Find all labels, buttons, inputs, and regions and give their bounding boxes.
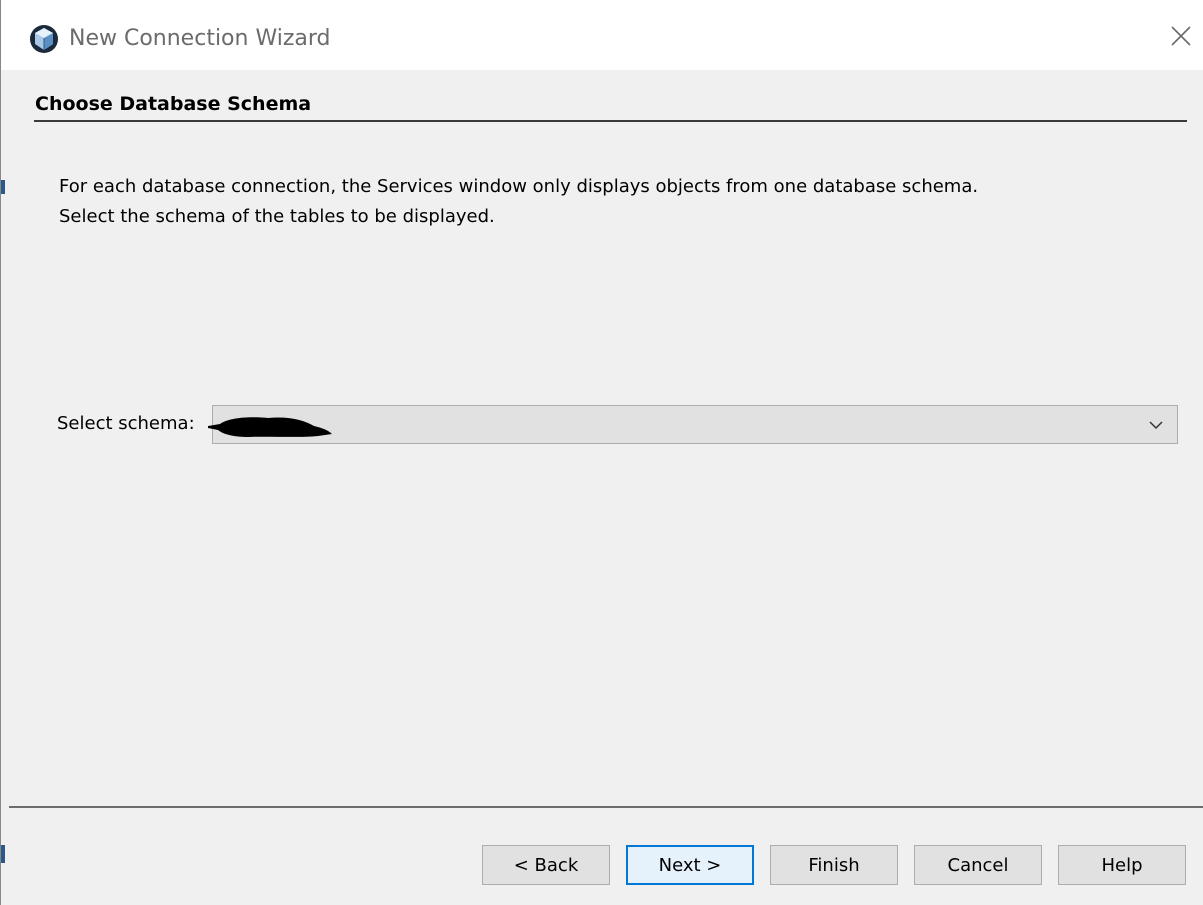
back-button[interactable]: < Back (482, 845, 610, 885)
schema-label: Select schema: (57, 413, 195, 434)
window-edge-marker (1, 845, 5, 863)
window-title: New Connection Wizard (69, 26, 331, 51)
redaction-mark (208, 417, 332, 437)
wizard-window: New Connection Wizard Choose Database Sc… (0, 0, 1203, 905)
chevron-down-icon (1149, 421, 1163, 430)
title-bar[interactable]: New Connection Wizard (1, 0, 1203, 70)
step-title: Choose Database Schema (35, 93, 312, 115)
help-button[interactable]: Help (1058, 845, 1186, 885)
close-icon (1171, 26, 1191, 46)
cancel-button[interactable]: Cancel (914, 845, 1042, 885)
next-button[interactable]: Next > (626, 845, 754, 885)
step-description: For each database connection, the Servic… (59, 172, 1159, 232)
finish-button[interactable]: Finish (770, 845, 898, 885)
window-edge-marker (1, 180, 5, 194)
schema-dropdown[interactable] (208, 405, 1178, 444)
description-line: For each database connection, the Servic… (59, 176, 979, 197)
netbeans-cube-icon (30, 25, 58, 53)
footer-divider (9, 806, 1203, 808)
step-title-divider (34, 120, 1187, 122)
description-line: Select the schema of the tables to be di… (59, 206, 495, 227)
close-button[interactable] (1158, 8, 1203, 64)
